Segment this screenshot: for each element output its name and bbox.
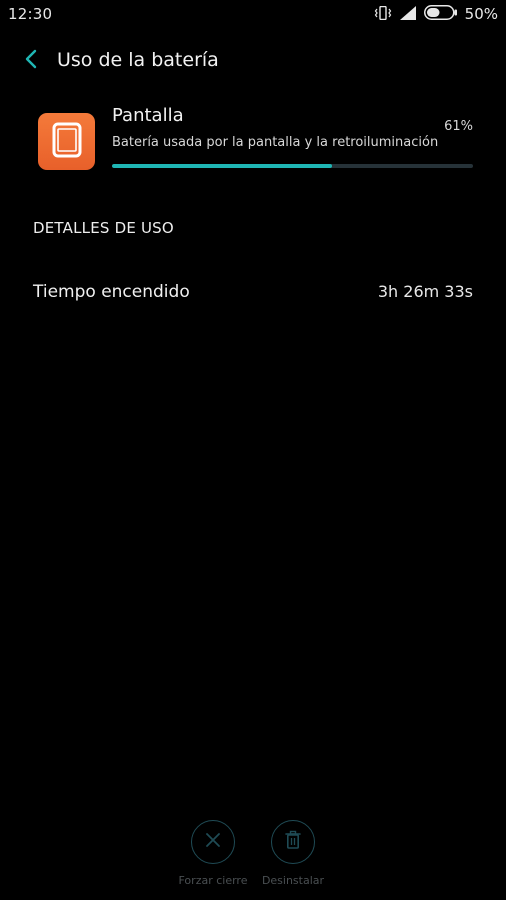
vibrate-icon [374,5,392,24]
tablet-icon [52,122,82,162]
detail-value: 3h 26m 33s [377,282,473,301]
back-button[interactable] [18,48,44,74]
uninstall-label: Desinstalar [261,874,325,887]
chevron-left-icon [24,49,38,73]
battery-icon [423,4,458,24]
app-battery-item: Pantalla Batería usada por la pantalla y… [0,100,506,180]
app-icon [38,113,95,170]
app-name: Pantalla [112,105,184,126]
force-stop-label: Forzar cierre [178,874,248,887]
usage-bar [112,164,473,168]
force-stop-circle [191,820,235,864]
uninstall-circle [271,820,315,864]
uninstall-button[interactable]: Desinstalar [248,820,338,887]
header: Uso de la batería [0,40,506,84]
battery-percent: 50% [464,5,498,23]
app-description: Batería usada por la pantalla y la retro… [112,135,439,150]
detail-row: Tiempo encendido 3h 26m 33s [0,272,506,314]
force-stop-button[interactable]: Forzar cierre [168,820,258,887]
detail-label: Tiempo encendido [33,282,190,302]
trash-icon [284,830,302,854]
usage-percent: 61% [444,119,473,134]
status-icons: 50% [374,4,498,24]
status-bar: 12:30 50% [0,0,506,28]
bottom-actions: Forzar cierre Desinstalar [0,820,506,895]
status-time: 12:30 [8,5,53,23]
page-title: Uso de la batería [57,49,219,71]
signal-icon [399,5,417,24]
section-title: DETALLES DE USO [33,219,174,237]
usage-bar-fill [112,164,333,168]
close-icon [204,831,222,853]
